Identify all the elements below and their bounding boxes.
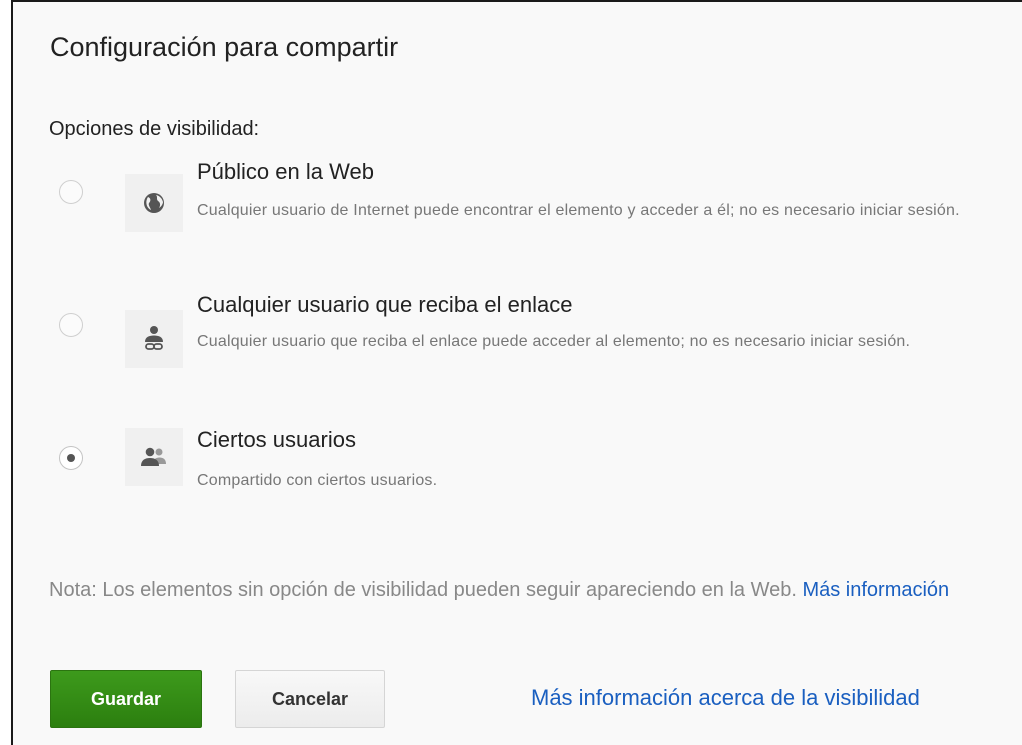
radio-public-web[interactable] [59,180,83,204]
note-more-info-link[interactable]: Más información [802,579,949,601]
option-specific-users-description: Compartido con ciertos usuarios. [197,472,438,489]
save-button[interactable]: Guardar [50,670,202,728]
visibility-note: Nota: Los elementos sin opción de visibi… [49,574,979,607]
radio-selected-dot [67,454,75,462]
option-specific-users-title: Ciertos usuarios [197,427,356,452]
option-anyone-with-link-description: Cualquier usuario que reciba el enlace p… [197,333,911,350]
cancel-button[interactable]: Cancelar [235,670,385,728]
users-icon [125,428,183,486]
radio-specific-users[interactable] [59,446,83,470]
link-user-icon [125,310,183,368]
dialog-title: Configuración para compartir [50,32,399,62]
sharing-settings-dialog: Configuración para compartir Opciones de… [11,0,1022,745]
visibility-help-link[interactable]: Más información acerca de la visibilidad [531,685,920,711]
note-text: Nota: Los elementos sin opción de visibi… [49,579,797,601]
option-anyone-with-link-title: Cualquier usuario que reciba el enlace [197,292,573,317]
option-public-web-title: Público en la Web [197,159,374,184]
globe-icon [125,174,183,232]
visibility-options-label: Opciones de visibilidad: [49,118,260,140]
option-public-web-description: Cualquier usuario de Internet puede enco… [197,202,960,219]
radio-anyone-with-link[interactable] [59,313,83,337]
